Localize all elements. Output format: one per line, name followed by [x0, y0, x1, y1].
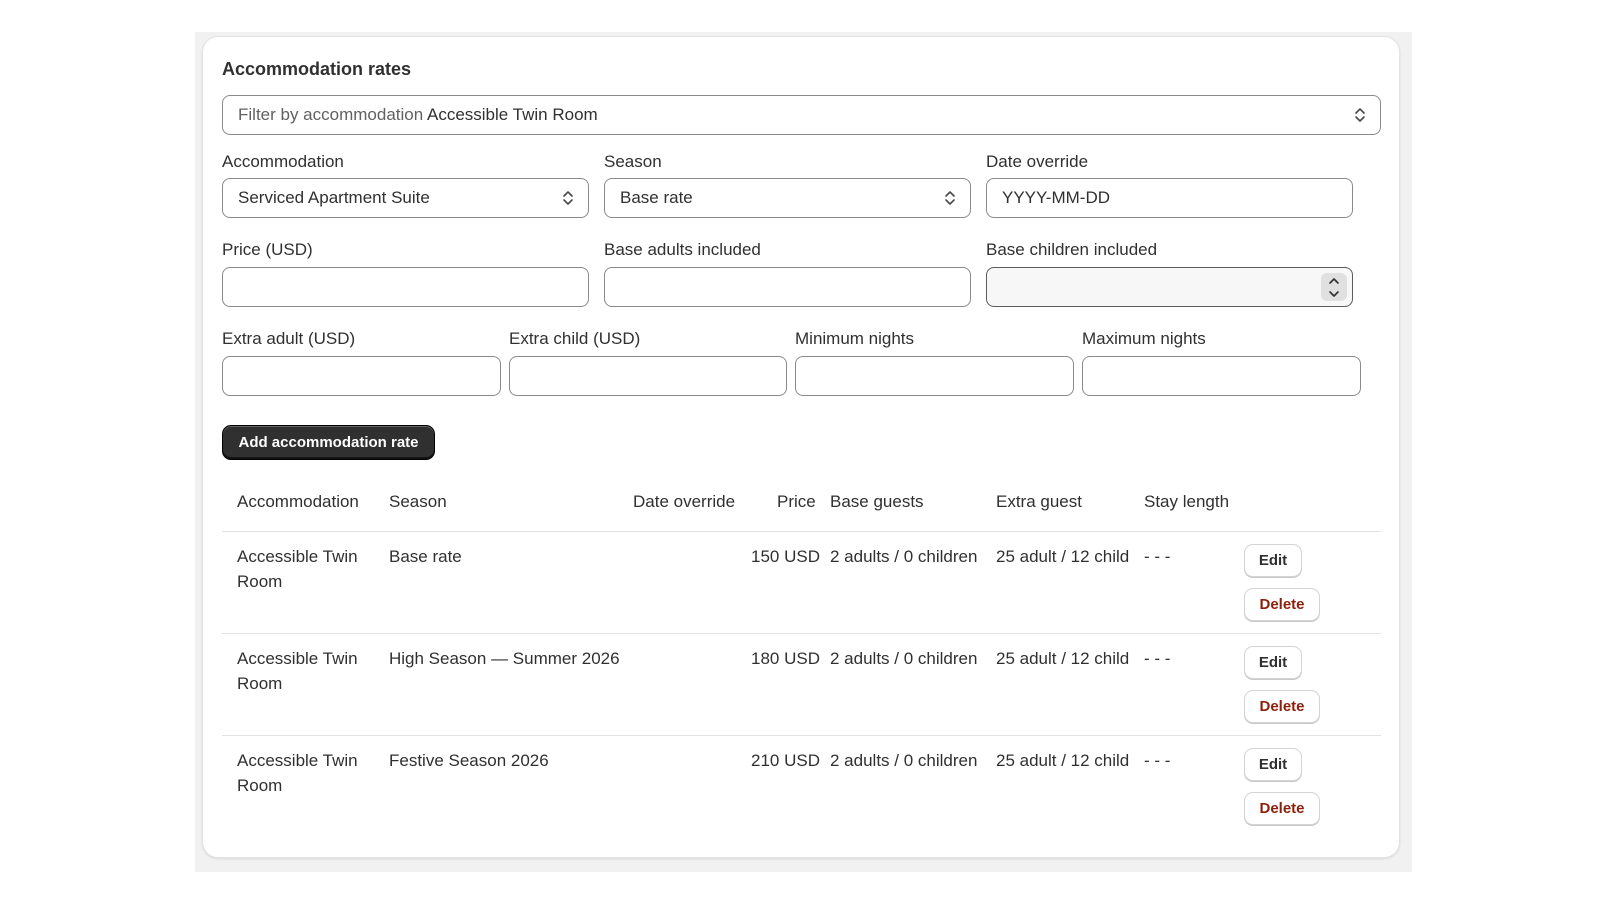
season-select[interactable]: Base rate — [604, 178, 971, 218]
column-header-price: Price — [777, 492, 816, 511]
number-stepper[interactable] — [1321, 273, 1347, 301]
price-label: Price (USD) — [222, 240, 313, 259]
cell-base-guests: 2 adults / 0 children — [830, 751, 978, 770]
filter-label: Filter by accommodation — [238, 105, 424, 124]
filter-value: Accessible Twin Room — [426, 105, 598, 124]
edit-button[interactable]: Edit — [1244, 646, 1302, 679]
season-label: Season — [604, 152, 662, 171]
cell-accommodation: Accessible Twin Room — [237, 751, 358, 795]
minimum-nights-label: Minimum nights — [795, 329, 915, 348]
base-children-input[interactable] — [986, 267, 1353, 307]
chevron-up-down-icon — [563, 191, 573, 205]
cell-price: 150 USD — [751, 547, 820, 566]
cell-accommodation: Accessible Twin Room — [237, 547, 358, 591]
accommodation-select[interactable]: Serviced Apartment Suite — [222, 178, 589, 218]
edit-button[interactable]: Edit — [1244, 748, 1302, 781]
base-adults-input[interactable] — [604, 267, 971, 307]
cell-season: Base rate — [389, 547, 462, 566]
maximum-nights-label: Maximum nights — [1082, 329, 1206, 348]
cell-stay-length: - - - — [1144, 649, 1171, 668]
accommodation-label: Accommodation — [222, 152, 344, 171]
column-header-season: Season — [389, 492, 447, 511]
maximum-nights-input[interactable] — [1082, 356, 1361, 396]
add-accommodation-rate-button[interactable]: Add accommodation rate — [222, 425, 435, 460]
table-row: Accessible Twin Room High Season — Summe… — [222, 633, 1381, 735]
accommodation-select-value: Serviced Apartment Suite — [238, 188, 430, 207]
table-row: Accessible Twin Room Base rate 150 USD 2… — [222, 531, 1381, 633]
cell-price: 210 USD — [751, 751, 820, 770]
price-input[interactable] — [222, 267, 589, 307]
delete-button[interactable]: Delete — [1244, 588, 1320, 621]
extra-child-label: Extra child (USD) — [509, 329, 641, 348]
delete-button[interactable]: Delete — [1244, 690, 1320, 723]
cell-extra-guest: 25 adult / 12 child — [996, 751, 1130, 770]
card-title: Accommodation rates — [222, 59, 412, 79]
accommodation-rates-card: Accommodation rates Filter by accommodat… — [202, 36, 1400, 858]
delete-button[interactable]: Delete — [1244, 792, 1320, 825]
cell-accommodation: Accessible Twin Room — [237, 649, 358, 693]
minimum-nights-input[interactable] — [795, 356, 1074, 396]
date-override-placeholder: YYYY-MM-DD — [1002, 188, 1110, 207]
cell-base-guests: 2 adults / 0 children — [830, 547, 978, 566]
column-header-accommodation: Accommodation — [237, 492, 359, 511]
base-children-label: Base children included — [986, 240, 1158, 259]
cell-extra-guest: 25 adult / 12 child — [996, 547, 1130, 566]
table-row: Accessible Twin Room Festive Season 2026… — [222, 735, 1381, 837]
date-override-input[interactable]: YYYY-MM-DD — [986, 178, 1353, 218]
column-header-stay-length: Stay length — [1144, 492, 1230, 511]
column-header-base-guests: Base guests — [830, 492, 924, 511]
cell-extra-guest: 25 adult / 12 child — [996, 649, 1130, 668]
cell-base-guests: 2 adults / 0 children — [830, 649, 978, 668]
cell-price: 180 USD — [751, 649, 820, 668]
column-header-extra-guest: Extra guest — [996, 492, 1082, 511]
chevron-up-icon[interactable] — [1328, 277, 1340, 285]
extra-adult-input[interactable] — [222, 356, 501, 396]
filter-accommodation-select[interactable]: Filter by accommodation Accessible Twin … — [222, 95, 1381, 135]
extra-adult-label: Extra adult (USD) — [222, 329, 356, 348]
season-select-value: Base rate — [620, 188, 693, 207]
cell-season: Festive Season 2026 — [389, 751, 549, 770]
base-adults-label: Base adults included — [604, 240, 761, 259]
cell-stay-length: - - - — [1144, 547, 1171, 566]
chevron-down-icon[interactable] — [1328, 290, 1340, 298]
chevron-up-down-icon — [1355, 108, 1365, 122]
cell-season: High Season — Summer 2026 — [389, 649, 620, 668]
extra-child-input[interactable] — [509, 356, 787, 396]
edit-button[interactable]: Edit — [1244, 544, 1302, 577]
cell-stay-length: - - - — [1144, 751, 1171, 770]
column-header-date-override: Date override — [633, 492, 736, 511]
date-override-label: Date override — [986, 152, 1089, 171]
chevron-up-down-icon — [945, 191, 955, 205]
